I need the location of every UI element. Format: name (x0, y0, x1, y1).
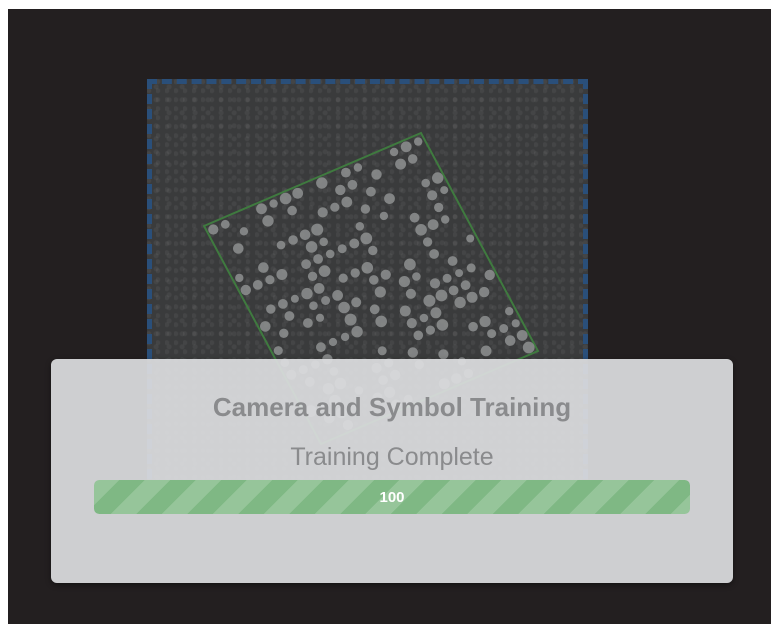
dialog-title: Camera and Symbol Training (212, 392, 572, 422)
progress-fill: 100 (94, 480, 690, 514)
training-status: Training Complete (290, 443, 494, 471)
training-dialog: Camera and Symbol Training Training Comp… (51, 359, 733, 583)
progress-bar: 100 (94, 480, 690, 514)
progress-label: 100 (379, 488, 405, 506)
